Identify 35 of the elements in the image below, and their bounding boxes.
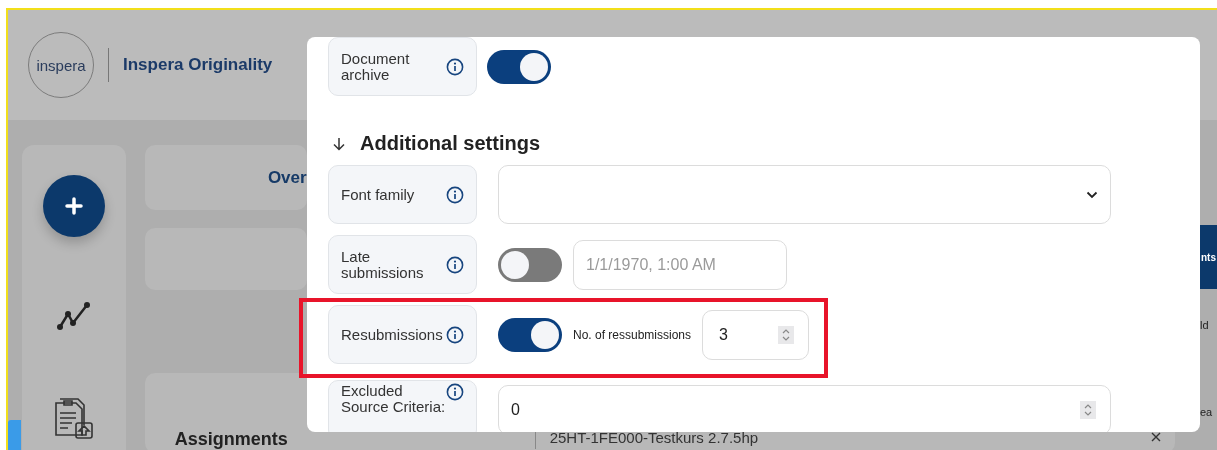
info-icon[interactable]: [446, 325, 464, 344]
chevron-down-icon: [1086, 190, 1098, 199]
number-field[interactable]: 0: [498, 385, 1111, 432]
number-field[interactable]: 3: [702, 309, 810, 360]
plus-icon: [63, 196, 84, 216]
section-title: Additional settings: [360, 132, 540, 155]
info-icon[interactable]: [446, 255, 464, 274]
label-text: Late submissions: [341, 248, 425, 281]
document-upload-icon[interactable]: [53, 395, 94, 439]
clear-icon[interactable]: [1150, 432, 1161, 442]
assignments-heading: Assignments: [174, 429, 288, 450]
toggle-switch[interactable]: [498, 317, 562, 352]
tab-label[interactable]: Over: [267, 167, 307, 188]
logo-text: inspera: [36, 56, 86, 74]
field-label: ea: [1200, 406, 1214, 418]
spinner-icon[interactable]: [1080, 401, 1096, 419]
select-field[interactable]: [498, 165, 1111, 224]
spinner-icon[interactable]: [778, 325, 795, 344]
toggle-switch[interactable]: [487, 49, 551, 84]
info-icon[interactable]: [446, 383, 464, 401]
label-text: Font family: [341, 186, 415, 203]
info-icon[interactable]: [446, 185, 464, 204]
field-label: ld: [1200, 319, 1210, 331]
add-button[interactable]: [42, 175, 105, 237]
arrow-icon[interactable]: [332, 135, 346, 152]
label-text: Resubmissions: [341, 326, 443, 343]
tab-card[interactable]: Over: [144, 145, 307, 210]
count-label: No. of ressubmissions: [573, 327, 692, 342]
label-text: Document archive: [341, 50, 411, 83]
app-name: Inspera Originality: [123, 55, 273, 75]
label-text: Excluded Source Criteria:: [341, 383, 446, 415]
toggle-switch[interactable]: [498, 247, 562, 282]
action-button[interactable]: nts: [1200, 225, 1217, 289]
line-chart-icon[interactable]: [55, 301, 92, 331]
info-icon[interactable]: [446, 57, 464, 76]
